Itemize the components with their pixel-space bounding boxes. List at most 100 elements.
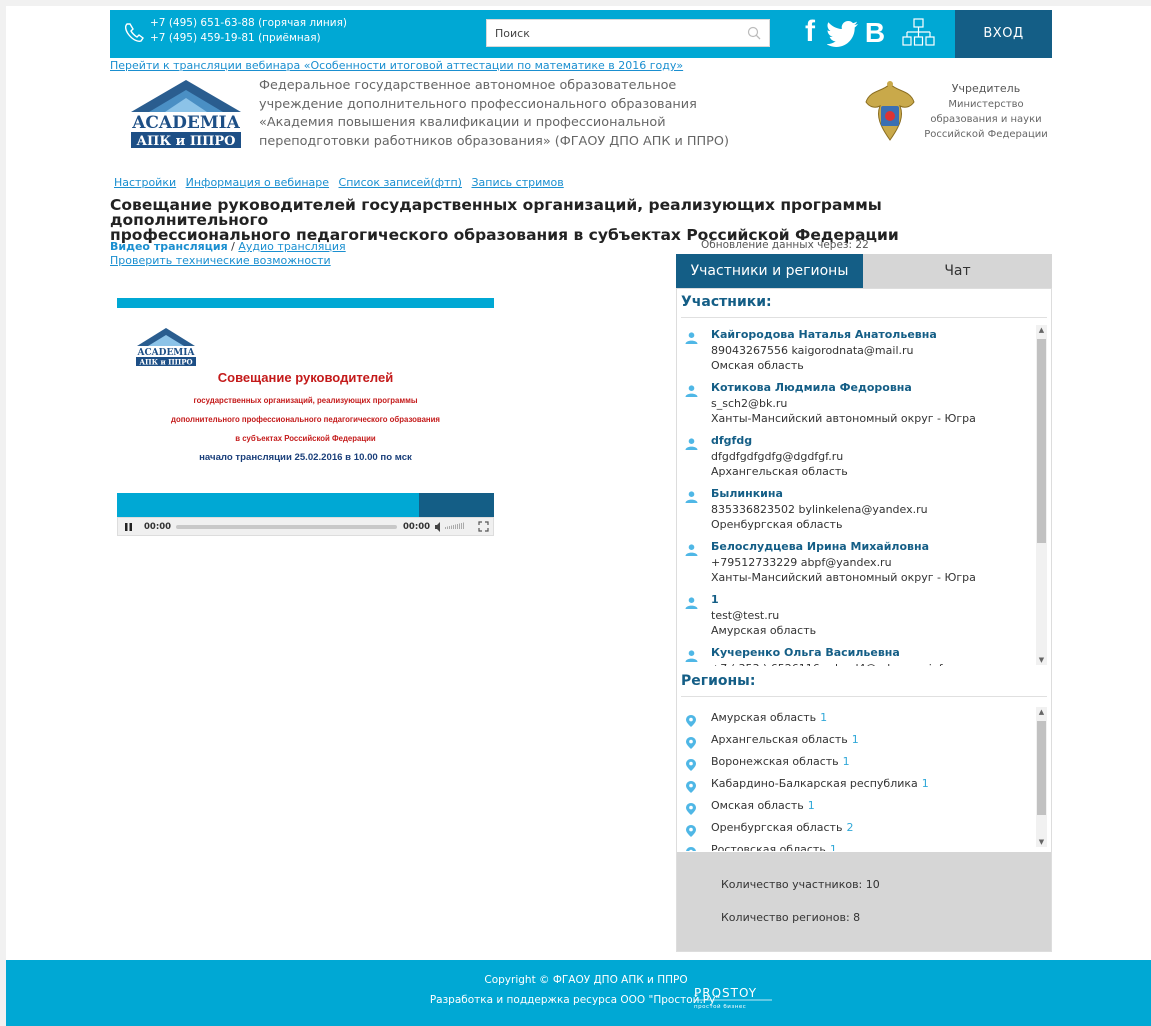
region-count: 1	[842, 755, 850, 768]
footer: Copyright © ФГАОУ ДПО АПК и ППРО Разрабо…	[6, 960, 1151, 1026]
region-item[interactable]: Кабардино-Балкарская республика 1	[711, 777, 929, 790]
region-item[interactable]: Оренбургская область 2	[711, 821, 853, 834]
audio-broadcast-link[interactable]: Аудио трансляция	[238, 240, 345, 253]
participant-item[interactable]: Кайгородова Наталья Анатольевна 890432675…	[711, 327, 1021, 374]
regions-heading: Регионы:	[681, 673, 756, 689]
login-button[interactable]: ВХОД	[955, 10, 1052, 58]
nav-stream-record[interactable]: Запись стримов	[471, 176, 563, 189]
participant-contact: test@test.ru	[711, 608, 780, 622]
participant-name: 1	[711, 593, 719, 606]
founder-line: образования и науки	[930, 114, 1042, 125]
developer-credit: Разработка и поддержка ресурса ООО "Прос…	[429, 994, 721, 1006]
participant-item[interactable]: 1 test@test.ru Амурская область	[711, 592, 1021, 639]
slide-title: Совещание руководителей	[217, 370, 394, 385]
nav-records-list[interactable]: Список записей(фтп)	[339, 176, 462, 189]
search-icon[interactable]	[747, 26, 761, 40]
nav-settings[interactable]: Настройки	[114, 176, 176, 189]
location-pin-icon	[686, 712, 696, 727]
participants-list[interactable]: Кайгородова Наталья Анатольевна 890432675…	[677, 323, 1051, 666]
video-player[interactable]: ACADEMIA АПК и ППРО Совещание руководите…	[117, 298, 494, 538]
search-input[interactable]	[487, 20, 753, 46]
video-broadcast-link[interactable]: Видео трансляция	[110, 240, 228, 253]
region-name: Кабардино-Балкарская республика	[711, 777, 918, 790]
founder-title: Учредитель	[951, 82, 1021, 95]
coat-of-arms-icon	[865, 81, 915, 141]
twitter-icon[interactable]	[827, 17, 861, 49]
participant-contact: dfgdfgdfgdfg@dgdfgf.ru	[711, 449, 844, 463]
founder-line: Российской Федерации	[924, 129, 1048, 140]
phone-icon	[124, 23, 144, 42]
check-technical-link[interactable]: Проверить технические возможности	[110, 254, 331, 267]
region-name: Оренбургская область	[711, 821, 843, 834]
nav-webinar-info[interactable]: Информация о вебинаре	[186, 176, 329, 189]
region-item[interactable]: Архангельская область 1	[711, 733, 859, 746]
scroll-up-arrow[interactable]: ▲	[1036, 707, 1047, 717]
scroll-up-arrow[interactable]: ▲	[1036, 325, 1047, 335]
participant-item[interactable]: dfgfdg dfgdfgdfgdfg@dgdfgf.ru Архангельска…	[711, 433, 1021, 480]
facebook-icon[interactable]: f	[800, 17, 820, 49]
webinar-broadcast-link[interactable]: Перейти к трансляции вебинара «Особеннос…	[110, 59, 683, 72]
seek-slider[interactable]	[176, 525, 397, 529]
user-icon	[685, 382, 698, 397]
participant-region: Ханты-Мансийский автономный округ - Югра	[711, 571, 976, 584]
top-bar: +7 (495) 651-63-88 (горячая линия) +7 (4…	[110, 10, 1052, 58]
scroll-thumb[interactable]	[1037, 339, 1046, 543]
vk-icon[interactable]: B	[862, 17, 888, 49]
logo-subtext: АПК и ППРО	[136, 134, 235, 149]
participant-item[interactable]: Котикова Людмила Федоровна s_sch2@bk.ru Ха…	[711, 380, 1021, 427]
region-item[interactable]: Воронежская область 1	[711, 755, 850, 768]
region-name: Омская область	[711, 799, 804, 812]
region-count: 1	[921, 777, 929, 790]
user-icon	[685, 594, 698, 609]
participant-region: Оренбургская область	[711, 518, 843, 531]
phone-numbers: +7 (495) 651-63-88 (горячая линия) +7 (4…	[150, 16, 347, 46]
user-icon	[685, 329, 698, 344]
location-pin-icon	[686, 756, 696, 771]
region-item[interactable]: Ростовская область 1	[711, 843, 837, 851]
side-tabs: Участники и регионы Чат	[676, 254, 1052, 288]
scroll-thumb[interactable]	[1037, 721, 1046, 815]
tab-participants-regions[interactable]: Участники и регионы	[676, 254, 863, 288]
regions-scrollbar[interactable]: ▲ ▼	[1036, 707, 1047, 847]
buffer-bar	[117, 493, 494, 517]
current-time: 00:00	[144, 522, 172, 532]
page-title-line: Совещание руководителей государственных …	[110, 196, 882, 229]
participants-panel: Участники: Кайгородова Наталья Анатольев…	[676, 288, 1052, 952]
region-item[interactable]: Амурская область 1	[711, 711, 827, 724]
user-icon	[685, 488, 698, 503]
scroll-down-arrow[interactable]: ▼	[1036, 655, 1047, 665]
tab-chat[interactable]: Чат	[863, 254, 1052, 288]
prostoy-logo[interactable]: PROSTOY простой бизнес	[692, 983, 782, 1011]
volume-icon[interactable]	[434, 521, 468, 533]
participant-region: Омская область	[711, 359, 804, 372]
fullscreen-icon[interactable]	[478, 521, 489, 532]
scroll-down-arrow[interactable]: ▼	[1036, 837, 1047, 847]
slide-logo: ACADEMIA АПК и ППРО	[136, 328, 196, 366]
region-count: 1	[820, 711, 828, 724]
regions-list[interactable]: Амурская область 1 Архангельская область 1 В…	[677, 705, 1051, 851]
slide-logo-text: ACADEMIA	[137, 348, 196, 358]
update-countdown: Обновление данных через: 22	[701, 239, 869, 251]
phone-hotline: +7 (495) 651-63-88 (горячая линия)	[150, 17, 348, 29]
participants-scrollbar[interactable]: ▲ ▼	[1036, 325, 1047, 665]
region-count: 1	[829, 843, 837, 851]
logo-text: ACADEMIA	[131, 113, 240, 133]
participant-item[interactable]: Былинкина 835336823502 bylinkelena@yandex…	[711, 486, 1021, 533]
user-icon	[685, 647, 698, 662]
region-item[interactable]: Омская область 1	[711, 799, 815, 812]
divider	[681, 696, 1047, 697]
prostoy-logo-text: PROSTOY	[694, 986, 757, 1000]
org-line: учреждение дополнительного профессиональ…	[259, 96, 697, 112]
participant-item[interactable]: Белослудцева Ирина Михайловна +7951273322…	[711, 539, 1021, 586]
sitemap-icon[interactable]	[902, 17, 936, 49]
regions-count: Количество регионов: 8	[721, 911, 861, 924]
region-name: Архангельская область	[711, 733, 848, 746]
player-header-bar	[117, 298, 494, 308]
participant-contact: 835336823502 bylinkelena@yandex.ru	[711, 502, 928, 516]
participant-region: Амурская область	[711, 624, 817, 637]
founder-line: Министерство	[948, 99, 1024, 110]
player-controls: 00:00 00:00	[117, 517, 494, 536]
pause-icon[interactable]	[124, 522, 133, 532]
participant-region: Архангельская область	[711, 465, 848, 478]
participant-item[interactable]: Кучеренко Ольга Васильевна +7 ( 353 ) 652…	[711, 645, 1021, 666]
